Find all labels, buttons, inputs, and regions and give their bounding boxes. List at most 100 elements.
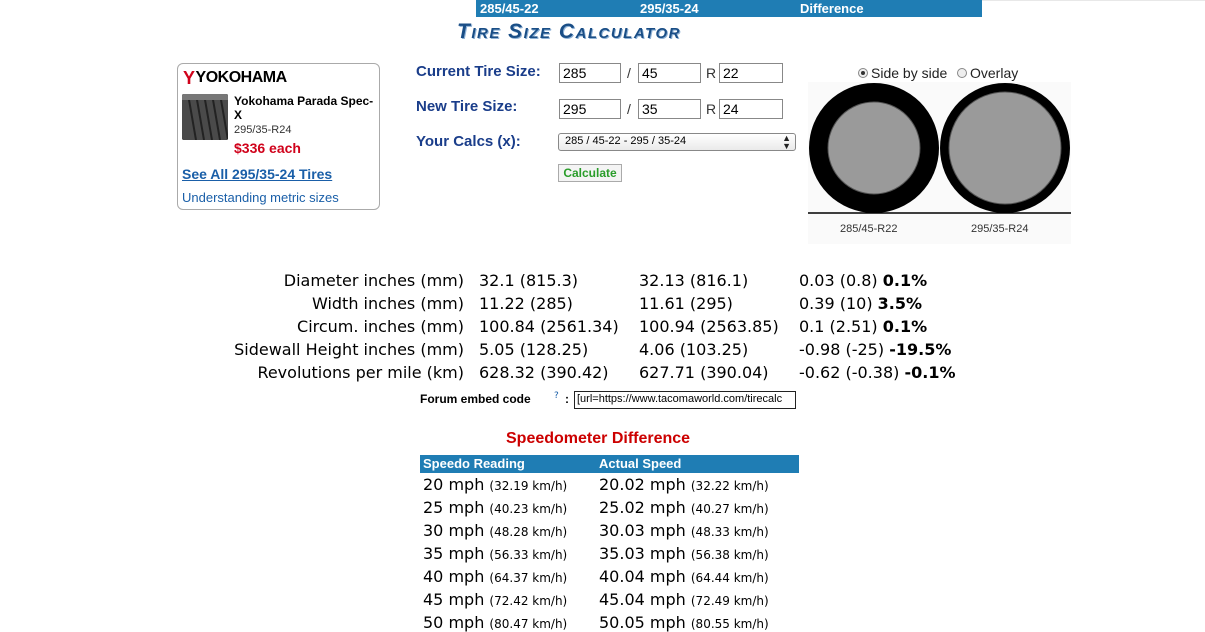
your-calcs-select[interactable]: 285 / 45-22 - 295 / 35-24 ▲ ▼: [558, 133, 796, 151]
tire-size: 295/35-R24: [234, 124, 292, 136]
wheel-left-icon: [827, 101, 921, 195]
current-rim-input[interactable]: [719, 63, 783, 83]
radio-selected-icon: [858, 68, 868, 78]
revolutions-diff: -0.62 (-0.38) -0.1%: [799, 363, 955, 382]
speedo-reading-mph: 45 mph: [423, 590, 485, 609]
circumference-diff: 0.1 (2.51) 0.1%: [799, 317, 927, 336]
tire-name[interactable]: Yokohama Parada Spec-X: [234, 94, 376, 122]
circumference-diff-value: 0.1 (2.51): [799, 317, 878, 336]
diameter-diff-pct: 0.1%: [882, 271, 928, 290]
forum-embed-input[interactable]: [url=https://www.tacomaworld.com/tirecal…: [574, 391, 796, 409]
embed-colon: :: [565, 392, 569, 406]
width-diff-pct: 3.5%: [877, 294, 923, 313]
sidewall-new: 4.06 (103.25): [639, 340, 749, 359]
row-label-sidewall: Sidewall Height inches (mm): [234, 340, 464, 359]
speedo-reading-kmh: (48.28 km/h): [489, 525, 568, 539]
diameter-current: 32.1 (815.3): [479, 271, 578, 290]
page-title: Tire Size Calculator: [457, 20, 681, 43]
results-header-current: 285/45-22: [476, 0, 636, 17]
overlay-label: Overlay: [970, 65, 1019, 81]
sidewall-diff-value: -0.98 (-25): [799, 340, 885, 359]
diameter-diff: 0.03 (0.8) 0.1%: [799, 271, 927, 290]
circumference-new: 100.94 (2563.85): [639, 317, 779, 336]
speedo-reading-mph: 25 mph: [423, 498, 485, 517]
speedo-reading: 45 mph (72.42 km/h): [423, 590, 567, 609]
forum-embed-label: Forum embed code: [420, 392, 531, 406]
width-diff-value: 0.39 (10): [799, 294, 873, 313]
circumference-diff-pct: 0.1%: [882, 317, 928, 336]
your-calcs-label: Your Calcs (x):: [416, 133, 521, 150]
circumference-current: 100.84 (2561.34): [479, 317, 619, 336]
actual-speed-kmh: (48.33 km/h): [690, 525, 769, 539]
overlay-radio[interactable]: Overlay: [957, 65, 1018, 81]
wheel-right-icon: [948, 91, 1062, 205]
select-arrows-icon: ▲ ▼: [782, 133, 791, 151]
tire-diagram-svg: [808, 82, 1071, 244]
speedo-reading-mph: 20 mph: [423, 475, 485, 494]
new-rim-input[interactable]: [719, 99, 783, 119]
revolutions-current: 628.32 (390.42): [479, 363, 609, 382]
actual-speed-mph: 50.05 mph: [599, 613, 686, 632]
sidewall-diff-pct: -19.5%: [889, 340, 952, 359]
speedo-header-reading: Speedo Reading: [420, 455, 596, 473]
new-aspect-input[interactable]: [638, 99, 701, 119]
actual-speed: 40.04 mph (64.44 km/h): [599, 567, 769, 586]
new-width-input[interactable]: [559, 99, 621, 119]
actual-speed-mph: 40.04 mph: [599, 567, 686, 586]
actual-speed-mph: 25.02 mph: [599, 498, 686, 517]
current-aspect-input[interactable]: [638, 63, 701, 83]
new-r-label: R: [706, 101, 717, 117]
sidewall-diff: -0.98 (-25) -19.5%: [799, 340, 951, 359]
brand-name: YOKOHAMA: [195, 69, 288, 86]
results-header-difference: Difference: [796, 0, 982, 17]
side-by-side-label: Side by side: [871, 65, 948, 81]
speedo-reading-kmh: (56.33 km/h): [489, 548, 568, 562]
speedo-reading-kmh: (64.37 km/h): [489, 571, 568, 585]
actual-speed-kmh: (72.49 km/h): [690, 594, 769, 608]
actual-speed: 20.02 mph (32.22 km/h): [599, 475, 769, 494]
speedo-reading-mph: 50 mph: [423, 613, 485, 632]
tire-image[interactable]: [182, 94, 228, 140]
yokohama-logo: Y YOKOHAMA: [183, 68, 287, 88]
calculate-button[interactable]: Calculate: [558, 164, 622, 182]
width-new: 11.61 (295): [639, 294, 733, 313]
speedo-reading-kmh: (32.19 km/h): [489, 479, 568, 493]
actual-speed-kmh: (64.44 km/h): [690, 571, 769, 585]
current-tire-size-label: Current Tire Size:: [416, 63, 541, 80]
speedo-reading-kmh: (72.42 km/h): [489, 594, 568, 608]
actual-speed: 35.03 mph (56.38 km/h): [599, 544, 769, 563]
speedo-reading-mph: 35 mph: [423, 544, 485, 563]
yokohama-mark-icon: Y: [183, 67, 195, 88]
width-current: 11.22 (285): [479, 294, 573, 313]
diagram-label-left: 285/45-R22: [840, 223, 898, 235]
actual-speed-mph: 30.03 mph: [599, 521, 686, 540]
sidewall-current: 5.05 (128.25): [479, 340, 589, 359]
width-diff: 0.39 (10) 3.5%: [799, 294, 922, 313]
speedo-reading-kmh: (80.47 km/h): [489, 617, 568, 631]
revolutions-new: 627.71 (390.04): [639, 363, 769, 382]
actual-speed-kmh: (56.38 km/h): [690, 548, 769, 562]
tire-ad-box: Y YOKOHAMA Yokohama Parada Spec-X 295/35…: [177, 63, 380, 210]
current-width-input[interactable]: [559, 63, 621, 83]
your-calcs-selected-value: 285 / 45-22 - 295 / 35-24: [565, 135, 687, 147]
new-slash: /: [627, 101, 631, 117]
diameter-diff-value: 0.03 (0.8): [799, 271, 878, 290]
actual-speed-mph: 20.02 mph: [599, 475, 686, 494]
speedo-reading: 50 mph (80.47 km/h): [423, 613, 567, 632]
actual-speed: 50.05 mph (80.55 km/h): [599, 613, 769, 632]
speedo-reading-mph: 30 mph: [423, 521, 485, 540]
speedo-reading: 35 mph (56.33 km/h): [423, 544, 567, 563]
speedo-reading: 30 mph (48.28 km/h): [423, 521, 567, 540]
radio-unselected-icon: [957, 68, 967, 78]
speedo-reading: 25 mph (40.23 km/h): [423, 498, 567, 517]
actual-speed-kmh: (32.22 km/h): [690, 479, 769, 493]
side-by-side-radio[interactable]: Side by side: [858, 65, 947, 81]
help-icon[interactable]: ?: [554, 391, 559, 401]
row-label-revolutions: Revolutions per mile (km): [257, 363, 464, 382]
actual-speed: 25.02 mph (40.27 km/h): [599, 498, 769, 517]
speedo-reading-kmh: (40.23 km/h): [489, 502, 568, 516]
understanding-metric-sizes-link[interactable]: Understanding metric sizes: [182, 190, 339, 205]
see-all-tires-link[interactable]: See All 295/35-24 Tires: [182, 166, 332, 182]
actual-speed-kmh: (80.55 km/h): [690, 617, 769, 631]
speedo-reading: 20 mph (32.19 km/h): [423, 475, 567, 494]
